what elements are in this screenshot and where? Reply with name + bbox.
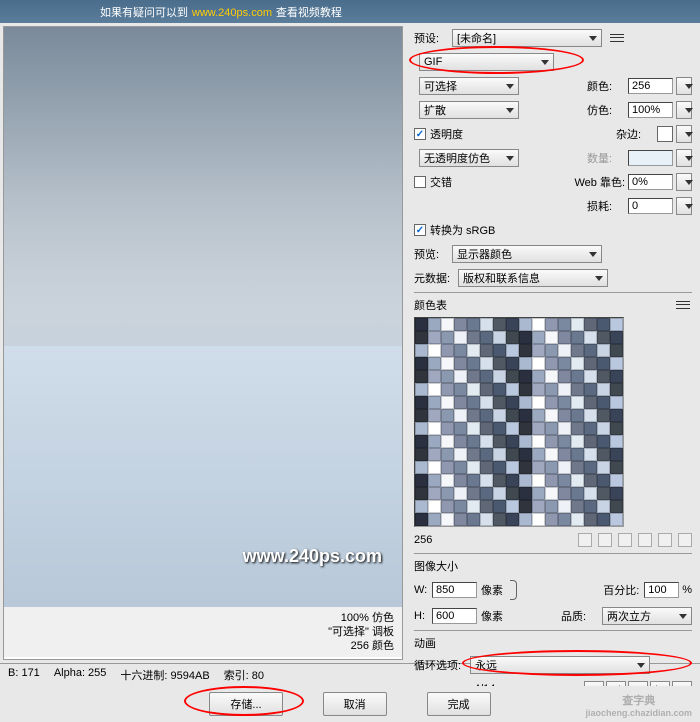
lossy-stepper[interactable] — [676, 197, 692, 215]
colortable-count: 256 — [414, 534, 432, 546]
metadata-select[interactable]: 版权和联系信息 — [458, 269, 608, 287]
w-label: W: — [414, 584, 432, 596]
banner-text1: 如果有疑问可以到 — [100, 7, 188, 19]
link-icon[interactable] — [507, 578, 519, 602]
lossy-label: 损耗: — [587, 198, 625, 214]
matte-label: 杂边: — [616, 126, 654, 142]
imagesize-label: 图像大小 — [414, 558, 458, 574]
status-index: 索引: 80 — [224, 667, 264, 683]
colors-input[interactable] — [628, 78, 673, 94]
ct-icon-2[interactable] — [598, 533, 612, 547]
loop-select[interactable]: 永远 — [470, 656, 650, 674]
ct-icon-1[interactable] — [578, 533, 592, 547]
status-b: B: 171 — [8, 667, 40, 683]
bottom-watermark: 查字典 jiaocheng.chazidian.com — [585, 692, 692, 718]
websnap-stepper[interactable] — [676, 173, 692, 191]
percent-unit: % — [682, 584, 692, 596]
metadata-label: 元数据: — [414, 270, 458, 286]
colors-stepper[interactable] — [676, 77, 692, 95]
interlaced-label: 交错 — [430, 174, 468, 190]
px-label-2: 像素 — [481, 608, 503, 624]
ct-icon-3[interactable] — [618, 533, 632, 547]
dither-input[interactable] — [628, 102, 673, 118]
interlaced-checkbox[interactable] — [414, 176, 426, 188]
preset-select[interactable]: [未命名] — [452, 29, 602, 47]
preview-info: 100% 仿色 "可选择" 调板 256 颜色 — [4, 607, 402, 657]
height-input[interactable] — [432, 608, 477, 624]
percent-label: 百分比: — [603, 582, 641, 598]
preview-mode-label: 预览: — [414, 246, 452, 262]
quality-label: 品质: — [561, 608, 599, 624]
colors-label: 颜色: — [587, 78, 625, 94]
trash-icon[interactable] — [678, 533, 692, 547]
dither-select[interactable]: 扩散 — [419, 101, 519, 119]
colortable-label: 颜色表 — [414, 297, 452, 313]
colortable-menu-icon[interactable] — [674, 298, 692, 312]
animation-label: 动画 — [414, 635, 452, 651]
preview-info-colors: 256 颜色 — [12, 639, 394, 653]
palette-select[interactable]: 可选择 — [419, 77, 519, 95]
preview-info-dither: 100% 仿色 — [12, 611, 394, 625]
preview-image[interactable]: www.240ps.com — [4, 27, 402, 607]
websnap-label: Web 靠色: — [574, 174, 625, 190]
side-panel: 预设: [未命名] GIF 可选择 颜色: 扩散 仿色: — [406, 23, 700, 663]
transparency-checkbox[interactable] — [414, 128, 426, 140]
done-button[interactable]: 完成 — [427, 692, 491, 716]
preview-panel: www.240ps.com 100% 仿色 "可选择" 调板 256 颜色 — [3, 26, 403, 660]
websnap-input[interactable] — [628, 174, 673, 190]
top-banner: 如果有疑问可以到 www.240ps.com 查看视频教程 — [0, 0, 700, 23]
loop-label: 循环选项: — [414, 657, 470, 673]
trans-dither-select[interactable]: 无透明度仿色 — [419, 149, 519, 167]
dither-stepper[interactable] — [676, 101, 692, 119]
status-alpha: Alpha: 255 — [54, 667, 107, 683]
preview-info-palette: "可选择" 调板 — [12, 625, 394, 639]
amount-stepper — [676, 149, 692, 167]
amount-input — [628, 150, 673, 166]
main-area: www.240ps.com 100% 仿色 "可选择" 调板 256 颜色 预设… — [0, 23, 700, 663]
bottom-buttons: 存储... 取消 完成 查字典 jiaocheng.chazidian.com — [0, 686, 700, 722]
banner-text2: 查看视频教程 — [276, 7, 342, 19]
px-label-1: 像素 — [481, 582, 503, 598]
srgb-checkbox[interactable] — [414, 224, 426, 236]
width-input[interactable] — [432, 582, 477, 598]
matte-select[interactable] — [676, 125, 692, 143]
h-label: H: — [414, 610, 432, 622]
matte-swatch[interactable] — [657, 126, 673, 142]
format-select[interactable]: GIF — [419, 53, 554, 71]
status-hex: 十六进制: 9594AB — [120, 667, 209, 683]
preview-mode-select[interactable]: 显示器颜色 — [452, 245, 602, 263]
save-button[interactable]: 存储... — [209, 692, 282, 716]
dither-label: 仿色: — [587, 102, 625, 118]
ct-icon-5[interactable] — [658, 533, 672, 547]
quality-select[interactable]: 两次立方 — [602, 607, 692, 625]
color-table[interactable] — [414, 317, 624, 527]
srgb-label: 转换为 sRGB — [430, 222, 495, 238]
preset-menu-icon[interactable] — [608, 31, 626, 45]
lossy-input[interactable] — [628, 198, 673, 214]
ct-icon-4[interactable] — [638, 533, 652, 547]
amount-label: 数量: — [587, 150, 625, 166]
cancel-button[interactable]: 取消 — [323, 692, 387, 716]
percent-input[interactable] — [644, 582, 679, 598]
image-watermark: www.240ps.com — [243, 546, 382, 567]
transparency-label: 透明度 — [430, 126, 468, 142]
preset-label: 预设: — [414, 30, 452, 46]
banner-url: www.240ps.com — [192, 7, 272, 19]
